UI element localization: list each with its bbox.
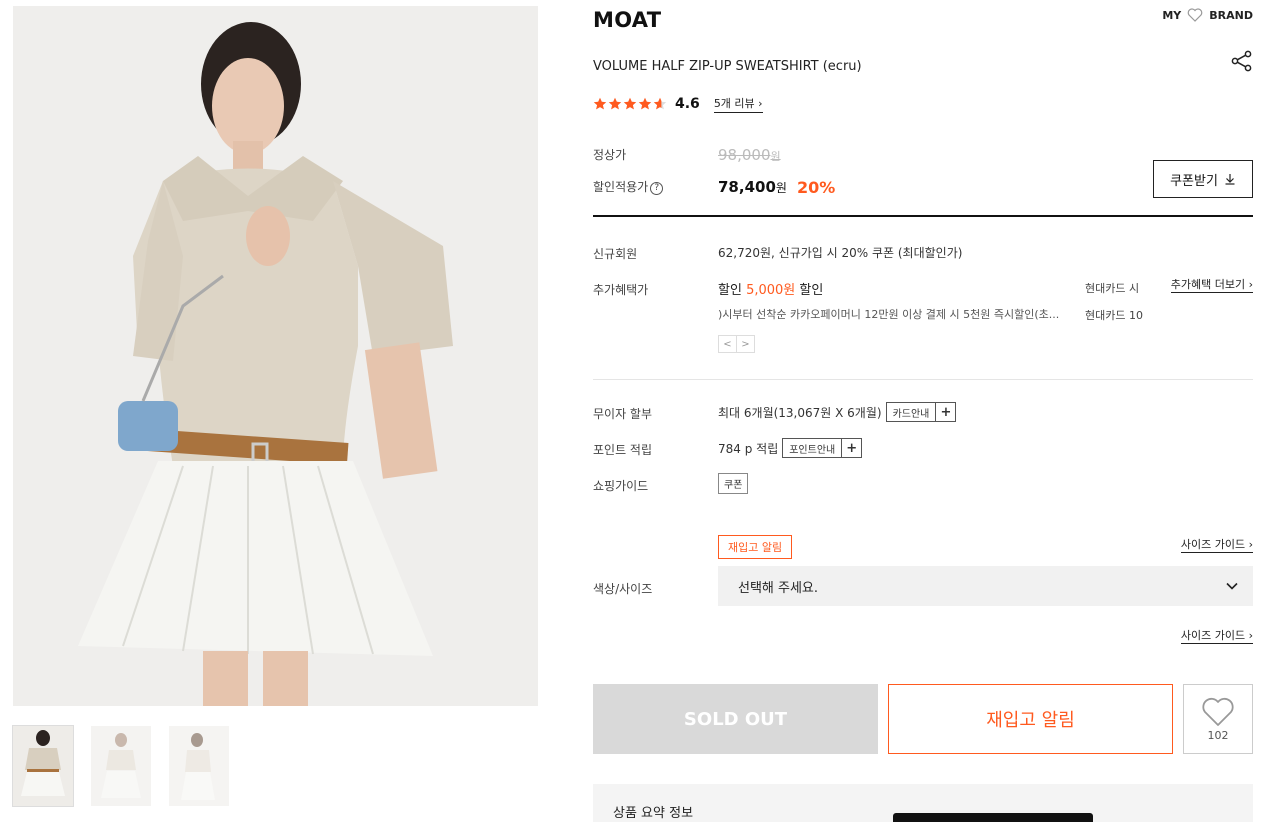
product-title: VOLUME HALF ZIP-UP SWEATSHIRT (ecru): [593, 59, 862, 74]
rating-value: 4.6: [675, 96, 700, 112]
card-benefit-1: 현대카드 시: [1085, 282, 1140, 295]
wishlist-button[interactable]: 102: [1183, 684, 1253, 754]
star-icon: [623, 97, 637, 110]
option-select-value: 선택해 주세요.: [738, 580, 819, 596]
size-guide-label: 사이즈 가이드: [1180, 629, 1246, 642]
installment-row: 최대 6개월(13,067원 X 6개월) 카드안내 +: [718, 402, 957, 422]
star-icon: [638, 97, 652, 110]
coupon-tag[interactable]: 쿠폰: [718, 473, 749, 494]
brand-name[interactable]: MOAT: [593, 8, 661, 32]
card-info-button[interactable]: 카드안내 +: [885, 402, 957, 422]
share-icon[interactable]: [1231, 50, 1253, 76]
installment-label: 무이자 할부: [593, 407, 653, 421]
regular-price-unit: 원: [770, 150, 781, 163]
regular-price-value: 98,000: [718, 146, 771, 164]
extra-benefit-detail: )시부터 선착순 카카오페이머니 12만원 이상 결제 시 5천원 즉시할인(초…: [718, 308, 1060, 321]
sold-out-button[interactable]: SOLD OUT: [593, 684, 878, 754]
more-benefits-link[interactable]: 추가혜택 더보기 ›: [1170, 276, 1253, 293]
option-select[interactable]: 선택해 주세요.: [718, 566, 1253, 606]
review-link[interactable]: 5개 리뷰 ›: [713, 95, 763, 113]
thumbnail-list: [12, 725, 229, 807]
help-icon[interactable]: ?: [650, 182, 664, 195]
benefit-prefix: 할인: [718, 283, 747, 298]
shopping-guide-label: 쇼핑가이드: [593, 479, 649, 493]
benefit-amount: 5,000원: [746, 283, 796, 298]
star-icon: [653, 97, 667, 110]
regular-price: 98,000원: [718, 146, 781, 164]
card-info-label: 카드안내: [892, 408, 930, 420]
wishlist-count: 102: [1207, 728, 1229, 742]
star-icon: [608, 97, 622, 110]
sale-price-unit: 원: [775, 181, 787, 195]
size-guide-link[interactable]: 사이즈 가이드 ›: [1180, 536, 1253, 553]
sale-price-label-text: 할인적용가: [593, 180, 649, 194]
thumbnail-image[interactable]: [12, 725, 74, 807]
thumbnail-image[interactable]: [169, 726, 229, 806]
review-link-label: 5개 리뷰: [713, 97, 755, 110]
regular-price-label: 정상가: [593, 148, 627, 162]
star-icon: [593, 97, 607, 110]
rating-row: 4.6 5개 리뷰 ›: [593, 95, 763, 113]
size-guide-label: 사이즈 가이드: [1180, 538, 1246, 551]
product-info-panel: MOAT MY BRAND VOLUME HALF ZIP-UP SWEATSH…: [593, 0, 1253, 822]
sale-price-label: 할인적용가?: [593, 178, 664, 195]
points-row: 784 p 적립 포인트안내 +: [718, 438, 863, 458]
sale-price: 78,400원: [718, 178, 787, 196]
heart-icon: [1202, 697, 1234, 726]
points-value: 784 p 적립: [718, 441, 779, 456]
discount-rate: 20%: [797, 178, 836, 197]
my-label: MY: [1162, 8, 1182, 22]
my-brand-toggle[interactable]: MY BRAND: [1162, 8, 1253, 22]
summary-title: 상품 요약 정보: [613, 806, 694, 821]
floating-bar[interactable]: [893, 813, 1093, 822]
new-member-value: 62,720원, 신규가입 시 20% 쿠폰 (최대할인가): [718, 246, 963, 260]
new-member-label: 신규회원: [593, 247, 638, 261]
divider: [593, 379, 1253, 380]
installment-value: 최대 6개월(13,067원 X 6개월): [718, 405, 882, 420]
point-info-label: 포인트안내: [789, 444, 836, 456]
product-summary-section: 상품 요약 정보: [593, 784, 1253, 822]
next-arrow-icon[interactable]: >: [736, 335, 755, 353]
restock-tag[interactable]: 재입고 알림: [718, 535, 793, 559]
chevron-right-icon: ›: [1248, 278, 1253, 291]
plus-icon: +: [935, 402, 955, 422]
sale-price-value: 78,400: [718, 178, 776, 196]
points-label: 포인트 적립: [593, 443, 653, 457]
main-product-image[interactable]: [13, 6, 538, 706]
download-icon: [1225, 174, 1235, 185]
chevron-right-icon: ›: [758, 97, 763, 110]
plus-icon: +: [841, 438, 861, 458]
coupon-download-button[interactable]: 쿠폰받기: [1153, 160, 1253, 198]
chevron-right-icon: ›: [1248, 629, 1253, 642]
card-benefit-2: 현대카드 10: [1085, 309, 1143, 322]
extra-benefit-label: 추가혜택가: [593, 283, 649, 297]
more-benefits-label: 추가혜택 더보기: [1170, 278, 1246, 291]
divider: [593, 215, 1253, 217]
chevron-down-icon: [1226, 582, 1238, 590]
restock-alert-button[interactable]: 재입고 알림: [888, 684, 1173, 754]
brand-label: BRAND: [1209, 8, 1253, 22]
star-rating: [593, 97, 667, 111]
chevron-right-icon: ›: [1248, 538, 1253, 551]
benefit-pager: < >: [718, 335, 755, 353]
extra-benefit-main: 할인 5,000원 할인: [718, 279, 823, 298]
thumbnail-image[interactable]: [91, 726, 151, 806]
heart-icon: [1187, 8, 1203, 22]
prev-arrow-icon[interactable]: <: [718, 335, 737, 353]
benefit-suffix: 할인: [795, 283, 824, 298]
coupon-button-label: 쿠폰받기: [1170, 173, 1218, 189]
size-guide-link[interactable]: 사이즈 가이드 ›: [1180, 627, 1253, 644]
point-info-button[interactable]: 포인트안내 +: [782, 438, 863, 458]
option-label: 색상/사이즈: [593, 582, 653, 596]
